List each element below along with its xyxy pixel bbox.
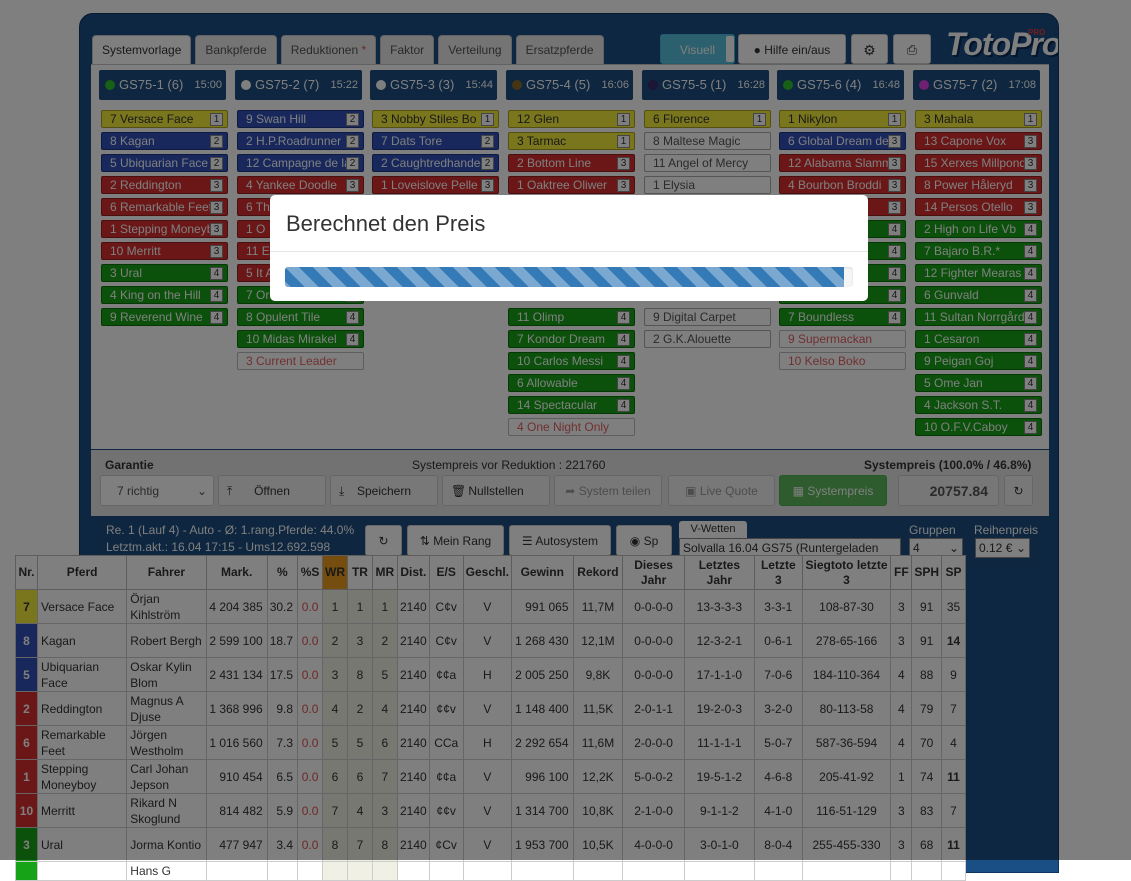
table-cell (462, 861, 513, 881)
table-cell (36, 861, 128, 881)
table-cell (396, 861, 430, 881)
progress-track (285, 267, 853, 287)
table-cell (322, 861, 349, 881)
table-cell (911, 861, 943, 881)
table-cell (347, 861, 373, 881)
table-cell (371, 861, 398, 881)
table-cell (753, 861, 803, 881)
table-cell (266, 861, 299, 881)
modal-backdrop (0, 0, 1131, 860)
table-row[interactable]: Hans G (15, 861, 966, 881)
table-cell (622, 861, 685, 881)
table-cell (511, 861, 574, 881)
table-cell (205, 861, 268, 881)
table-cell (890, 861, 913, 881)
table-cell (297, 861, 324, 881)
calculating-dialog: Berechnet den Preis (270, 195, 868, 301)
table-cell (15, 861, 38, 881)
dialog-title: Berechnet den Preis (286, 211, 486, 236)
table-cell (572, 861, 624, 881)
table-cell (801, 861, 892, 881)
dialog-divider (270, 251, 868, 252)
table-cell: Hans G (126, 861, 207, 881)
table-cell (683, 861, 755, 881)
table-cell (428, 861, 464, 881)
progress-bar (285, 267, 845, 287)
table-cell (941, 861, 966, 881)
